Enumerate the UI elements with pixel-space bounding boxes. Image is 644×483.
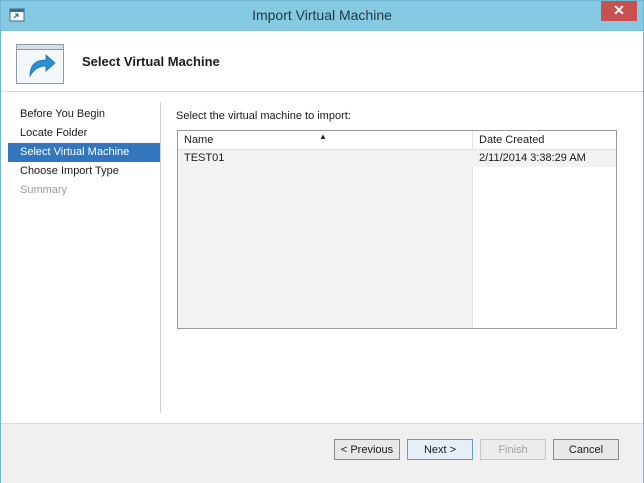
select-vm-prompt: Select the virtual machine to import: [176,110,351,122]
close-icon: ✕ [613,2,625,18]
window-title: Import Virtual Machine [252,7,392,23]
next-button[interactable]: Next > [407,439,473,460]
arrow-forward-icon [16,44,64,84]
column-header-name-label: Name [184,134,214,146]
title-bar[interactable]: Import Virtual Machine ✕ [1,1,643,31]
step-locate-folder[interactable]: Locate Folder [8,124,160,143]
vertical-divider [160,102,161,413]
vm-list[interactable]: Name ▲ Date Created TEST01 2/11/2014 3:3… [177,130,617,329]
close-button[interactable]: ✕ [601,1,637,21]
column-header-date-label: Date Created [479,134,545,146]
sort-ascending-icon: ▲ [319,132,327,141]
step-before-you-begin[interactable]: Before You Begin [8,105,160,124]
step-choose-import-type[interactable]: Choose Import Type [8,162,160,181]
list-header: Name ▲ Date Created [178,131,616,150]
page-title: Select Virtual Machine [82,54,220,69]
wizard-header: Select Virtual Machine [1,31,643,92]
cancel-button[interactable]: Cancel [553,439,619,460]
name-column-background [178,150,473,328]
column-header-name[interactable]: Name ▲ [178,131,473,149]
column-header-date-created[interactable]: Date Created [473,131,616,149]
step-select-virtual-machine[interactable]: Select Virtual Machine [8,143,160,162]
import-vm-window: Import Virtual Machine ✕ Select Virtual … [0,0,644,483]
table-row[interactable]: TEST01 2/11/2014 3:38:29 AM [178,150,616,167]
previous-button[interactable]: < Previous [334,439,400,460]
vm-date-cell: 2/11/2014 3:38:29 AM [479,152,586,164]
finish-button: Finish [480,439,546,460]
wizard-body: Before You Begin Locate Folder Select Vi… [1,92,643,423]
step-summary: Summary [20,184,68,196]
vm-name-cell: TEST01 [184,152,225,164]
wizard-steps: Before You Begin Locate Folder Select Vi… [8,105,160,200]
wizard-footer: < Previous Next > Finish Cancel [1,423,643,483]
